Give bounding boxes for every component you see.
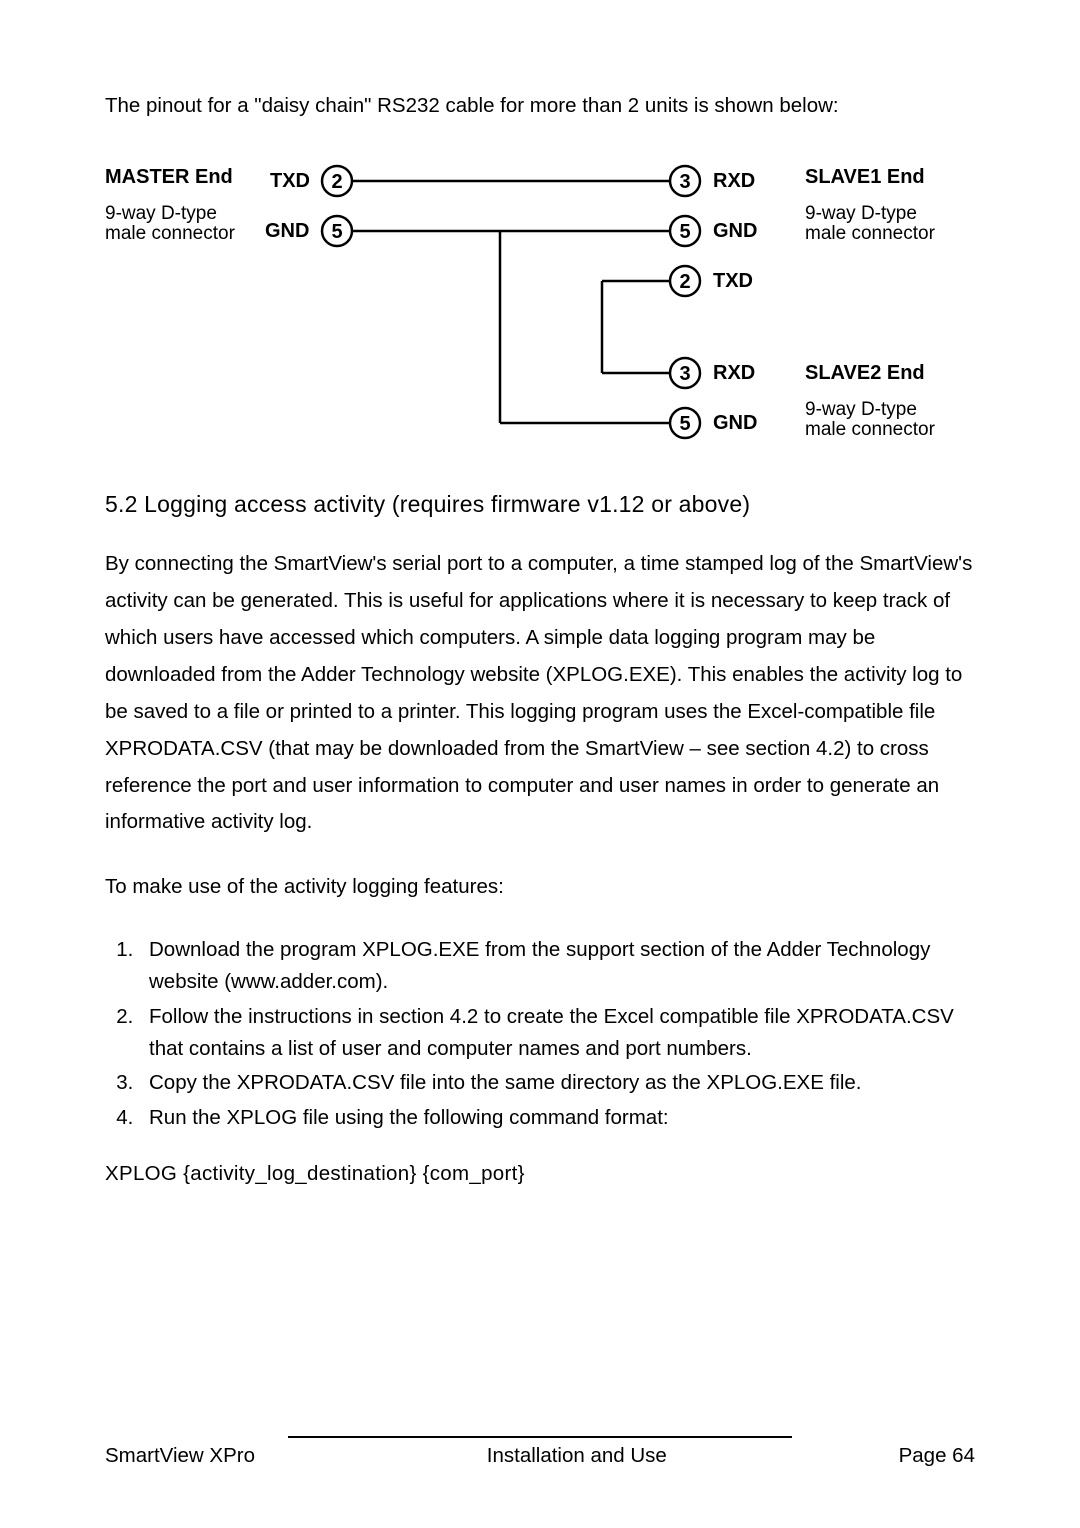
list-item: Follow the instructions in section 4.2 t… xyxy=(139,1001,975,1065)
master-sub2: male connector xyxy=(105,223,236,244)
steps-list: Download the program XPLOG.EXE from the … xyxy=(105,934,975,1134)
pin5-label: 5 xyxy=(331,221,342,243)
pin2-label: 2 xyxy=(331,171,342,193)
txd-label: TXD xyxy=(270,170,310,192)
pinout-diagram: MASTER End 9-way D-type male connector T… xyxy=(105,151,975,451)
gnd-label-s2: GND xyxy=(713,412,757,434)
master-sub1: 9-way D-type xyxy=(105,203,217,224)
footer-divider xyxy=(288,1436,793,1438)
slave1-sub2: male connector xyxy=(805,223,936,244)
slave2-sub2: male connector xyxy=(805,419,936,440)
pin5-label-s2: 5 xyxy=(679,413,690,435)
section-heading: 5.2 Logging access activity (requires fi… xyxy=(105,491,975,518)
list-item: Download the program XPLOG.EXE from the … xyxy=(139,934,975,998)
rxd-label-s2: RXD xyxy=(713,362,755,384)
rxd-label-s1: RXD xyxy=(713,170,755,192)
list-item: Run the XPLOG file using the following c… xyxy=(139,1102,975,1134)
pin3-label-s2: 3 xyxy=(679,363,690,385)
slave1-sub1: 9-way D-type xyxy=(805,203,917,224)
gnd-label-master: GND xyxy=(265,220,309,242)
command-line: XPLOG {activity_log_destination} {com_po… xyxy=(105,1162,975,1186)
pin3-label: 3 xyxy=(679,171,690,193)
pin2-label-s1: 2 xyxy=(679,271,690,293)
paragraph-2: To make use of the activity logging feat… xyxy=(105,869,975,906)
slave2-sub1: 9-way D-type xyxy=(805,399,917,420)
slave1-end-label: SLAVE1 End xyxy=(805,166,925,188)
master-end-label: MASTER End xyxy=(105,166,233,188)
gnd-label-s1: GND xyxy=(713,220,757,242)
txd-label-s1: TXD xyxy=(713,270,753,292)
intro-paragraph: The pinout for a "daisy chain" RS232 cab… xyxy=(105,91,975,122)
slave2-end-label: SLAVE2 End xyxy=(805,362,925,384)
footer-right: Page 64 xyxy=(899,1444,975,1468)
footer-left: SmartView XPro xyxy=(105,1444,255,1468)
pin5-label-s1: 5 xyxy=(679,221,690,243)
list-item: Copy the XPRODATA.CSV file into the same… xyxy=(139,1067,975,1099)
footer-center: Installation and Use xyxy=(487,1444,667,1468)
paragraph-1: By connecting the SmartView's serial por… xyxy=(105,546,975,841)
page-footer: SmartView XPro Installation and Use Page… xyxy=(105,1436,975,1468)
